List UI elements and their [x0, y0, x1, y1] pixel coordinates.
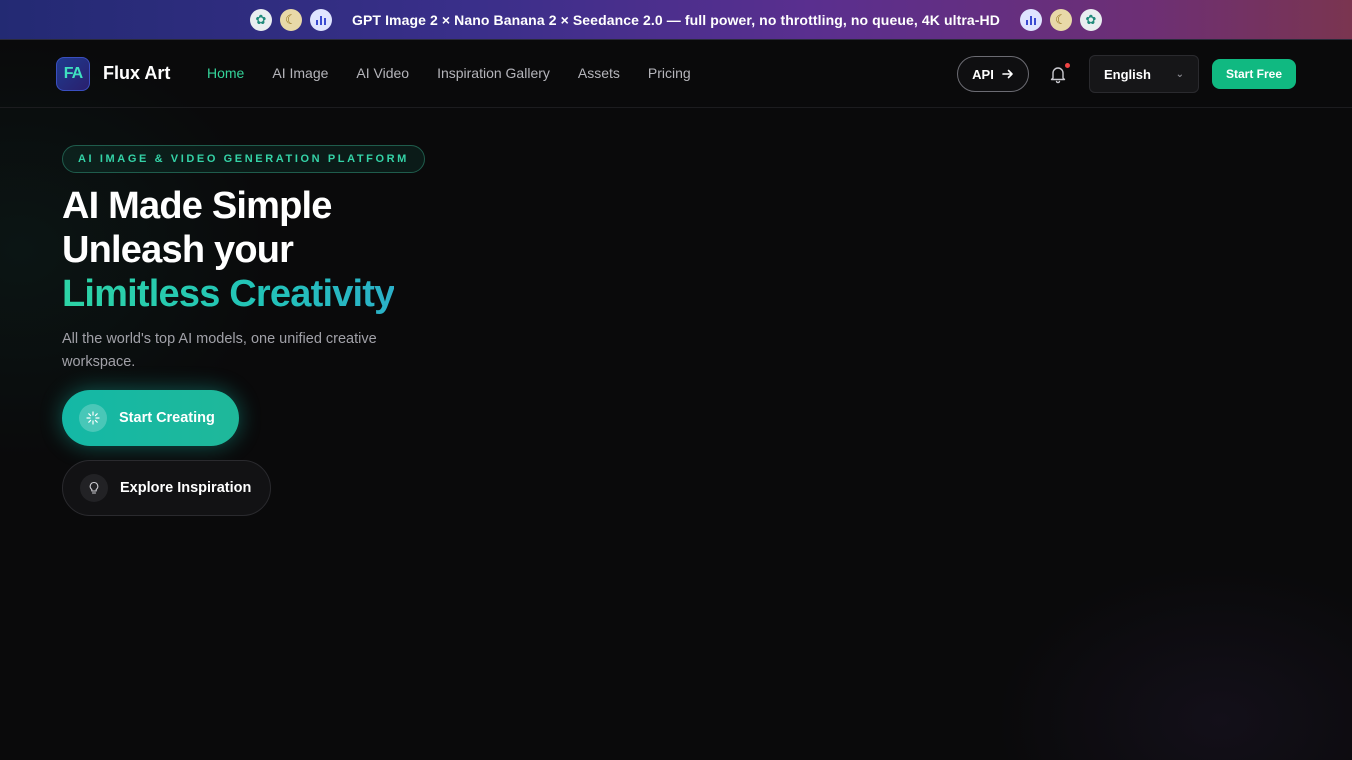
logo-mark: FA	[63, 65, 83, 82]
nav-link-pricing[interactable]: Pricing	[648, 65, 691, 81]
start-creating-label: Start Creating	[119, 410, 215, 426]
openai-icon: ✿	[1079, 8, 1102, 31]
notifications-button[interactable]	[1046, 62, 1070, 86]
lightbulb-icon	[80, 474, 108, 502]
hero-title: AI Made Simple Unleash your Limitless Cr…	[62, 184, 395, 316]
page: ✿ ☾ GPT Image 2 × Nano Banana 2 × Seedan…	[0, 0, 1352, 760]
top-nav: FA Flux Art Home AI Image AI Video Inspi…	[0, 40, 1352, 108]
hero-subtitle: All the world's top AI models, one unifi…	[62, 331, 377, 370]
sparkle-icon	[79, 404, 107, 432]
arrow-right-icon	[1002, 69, 1013, 79]
hero-badge: AI IMAGE & VIDEO GENERATION PLATFORM	[62, 145, 425, 173]
openai-icon: ✿	[250, 8, 272, 31]
explore-inspiration-label: Explore Inspiration	[120, 480, 252, 496]
bar-chart-icon	[1019, 8, 1042, 31]
promo-banner[interactable]: ✿ ☾ GPT Image 2 × Nano Banana 2 × Seedan…	[0, 0, 1352, 40]
hero-title-line-1: AI Made Simple	[62, 185, 332, 227]
nav-link-inspiration-gallery[interactable]: Inspiration Gallery	[437, 65, 550, 81]
api-button[interactable]: API	[957, 56, 1029, 92]
language-select[interactable]: English ⌄	[1089, 55, 1199, 93]
chevron-down-icon: ⌄	[1175, 68, 1184, 80]
logo[interactable]: FA	[56, 57, 90, 91]
language-label: English	[1104, 66, 1151, 82]
start-creating-button[interactable]: Start Creating	[62, 390, 239, 446]
brand-name[interactable]: Flux Art	[103, 63, 170, 84]
notification-dot	[1065, 63, 1070, 68]
nav-links: Home AI Image AI Video Inspiration Galle…	[207, 65, 691, 81]
nav-link-home[interactable]: Home	[207, 65, 244, 81]
nav-link-ai-image[interactable]: AI Image	[272, 65, 328, 81]
api-label: API	[972, 66, 994, 82]
promo-text: GPT Image 2 × Nano Banana 2 × Seedance 2…	[352, 11, 1000, 28]
banana-icon: ☾	[280, 8, 302, 31]
banana-icon: ☾	[1049, 8, 1072, 31]
hero-title-line-2: Unleash your	[62, 229, 294, 271]
start-free-button[interactable]: Start Free	[1212, 59, 1296, 89]
nav-link-assets[interactable]: Assets	[578, 65, 620, 81]
bar-chart-icon	[310, 8, 332, 31]
nav-link-ai-video[interactable]: AI Video	[356, 65, 409, 81]
explore-inspiration-button[interactable]: Explore Inspiration	[62, 460, 271, 516]
hero-title-line-3: Limitless Creativity	[62, 273, 395, 315]
